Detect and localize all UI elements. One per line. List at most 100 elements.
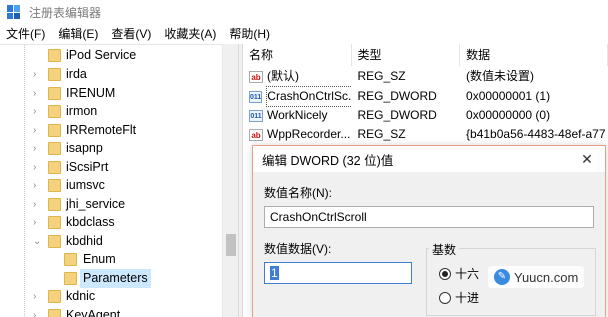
edit-dword-dialog: 编辑 DWORD (32 位)值 ✕ 数值名称(N): CrashOnCtrlS… xyxy=(252,145,606,317)
menu-bar: 文件(F) 编辑(E) 查看(V) 收藏夹(A) 帮助(H) xyxy=(0,24,608,44)
tree-item-label: irmon xyxy=(66,104,98,118)
tree-item-parameters[interactable]: Parameters xyxy=(0,269,222,288)
tree-item-label: IRRemoteFlt xyxy=(66,123,137,137)
tree-item-label: jhi_service xyxy=(66,197,126,211)
list-row-worknicely[interactable]: 011 WorkNicely REG_DWORD 0x00000000 (0) xyxy=(243,106,608,125)
list-row-crashonctrlscroll[interactable]: 011 CrashOnCtrlSc... REG_DWORD 0x0000000… xyxy=(243,86,608,107)
folder-icon xyxy=(48,124,61,137)
string-value-icon: ab xyxy=(249,128,263,141)
menu-help[interactable]: 帮助(H) xyxy=(223,24,277,44)
folder-icon xyxy=(48,309,61,317)
regedit-app-icon xyxy=(7,5,21,19)
value-name: CrashOnCtrlSc... xyxy=(266,86,352,107)
window-title: 注册表编辑器 xyxy=(29,5,102,20)
chevron-right-icon[interactable]: › xyxy=(33,176,43,195)
tree-item-irda[interactable]: › irda xyxy=(0,65,222,84)
chevron-right-icon[interactable]: › xyxy=(33,158,43,177)
tree-item-kbdclass[interactable]: › kbdclass xyxy=(0,213,222,232)
tree-item-isapnp[interactable]: › isapnp xyxy=(0,139,222,158)
chevron-right-icon[interactable]: › xyxy=(33,84,43,103)
tree-item-irenum[interactable]: › IRENUM xyxy=(0,84,222,103)
chevron-right-icon[interactable]: › xyxy=(33,306,43,317)
value-data-label: 数值数据(V): xyxy=(264,242,332,256)
value-data: 0x00000000 (0) xyxy=(466,108,551,122)
chevron-right-icon[interactable]: › xyxy=(33,65,43,84)
tree-item-jhi-service[interactable]: › jhi_service xyxy=(0,195,222,214)
list-row-default[interactable]: ab (默认) REG_SZ (数值未设置) xyxy=(243,67,608,86)
tree-item-iumsvc[interactable]: › iumsvc xyxy=(0,176,222,195)
tree-scrollbar[interactable] xyxy=(222,44,238,317)
registry-tree: iPod Service › irda › IRENUM › irmon › I… xyxy=(0,44,237,317)
value-name-field[interactable]: CrashOnCtrlScroll xyxy=(264,206,594,228)
tree-item-label: IRENUM xyxy=(66,86,116,100)
value-data: 0x00000001 (1) xyxy=(466,89,551,103)
dialog-title-bar: 编辑 DWORD (32 位)值 xyxy=(253,146,605,172)
radio-selected-icon[interactable] xyxy=(439,267,451,280)
close-icon[interactable]: ✕ xyxy=(577,149,597,169)
value-name: WorkNicely xyxy=(267,108,328,122)
chevron-down-icon[interactable]: ⌄ xyxy=(33,232,43,251)
folder-icon xyxy=(48,87,61,100)
column-header-name[interactable]: 名称 xyxy=(243,44,352,66)
folder-icon xyxy=(48,216,61,229)
folder-icon xyxy=(48,49,61,62)
base-label: 基数 xyxy=(429,241,460,258)
value-type: REG_DWORD xyxy=(357,108,437,122)
chevron-right-icon[interactable]: › xyxy=(33,121,43,140)
name-cell: 011 WorkNicely xyxy=(243,106,352,125)
tree-item-iscsiprt[interactable]: › iScsiPrt xyxy=(0,158,222,177)
chevron-right-icon[interactable]: › xyxy=(33,139,43,158)
name-cell: 011 CrashOnCtrlSc... xyxy=(243,86,352,107)
chevron-right-icon[interactable]: › xyxy=(33,102,43,121)
open-folder-icon xyxy=(64,272,77,285)
radio-dec-label: 十进 xyxy=(455,291,480,305)
value-data-field[interactable]: 1 xyxy=(264,262,412,284)
tree-item-kdnic[interactable]: › kdnic xyxy=(0,287,222,306)
tree-item-irmon[interactable]: › irmon xyxy=(0,102,222,121)
watermark: ✎ Yuucn.com xyxy=(488,266,585,288)
tree-item-label: KeyAgent xyxy=(66,308,121,317)
folder-icon xyxy=(48,161,61,174)
menu-view[interactable]: 查看(V) xyxy=(105,24,158,44)
name-cell: ab (默认) xyxy=(243,67,352,86)
tree-item-label: iPod Service xyxy=(66,48,137,62)
radio-hexadecimal[interactable]: 十六 xyxy=(439,265,479,282)
tree-item-keyagent[interactable]: › KeyAgent xyxy=(0,306,222,317)
folder-icon xyxy=(48,179,61,192)
expand-icon[interactable] xyxy=(33,46,43,65)
chevron-right-icon[interactable]: › xyxy=(33,213,43,232)
menu-file[interactable]: 文件(F) xyxy=(0,24,52,44)
value-name-label: 数值名称(N): xyxy=(264,186,332,200)
tree-item-irremoteflt[interactable]: › IRRemoteFlt xyxy=(0,121,222,140)
value-name: (默认) xyxy=(267,69,299,83)
folder-icon xyxy=(48,198,61,211)
scrollbar-thumb[interactable] xyxy=(226,234,236,256)
selected-text: 1 xyxy=(270,266,279,280)
tree-item-label: iScsiPrt xyxy=(66,160,109,174)
chevron-right-icon[interactable]: › xyxy=(33,195,43,214)
watermark-text: Yuucn.com xyxy=(514,269,579,285)
menu-favorites[interactable]: 收藏夹(A) xyxy=(158,24,223,44)
value-data: {b41b0a56-4483-48ef-a77 xyxy=(466,127,606,141)
tree-item-ipod-service[interactable]: iPod Service xyxy=(0,46,222,65)
list-row-wpprecorder[interactable]: ab WppRecorder... REG_SZ {b41b0a56-4483-… xyxy=(243,125,608,144)
dialog-title: 编辑 DWORD (32 位)值 xyxy=(262,153,394,168)
radio-decimal[interactable]: 十进 xyxy=(439,289,479,306)
tree-item-enum[interactable]: Enum xyxy=(0,250,222,269)
value-type: REG_DWORD xyxy=(357,89,437,103)
tree-item-kbdhid[interactable]: ⌄ kbdhid xyxy=(0,232,222,251)
folder-icon xyxy=(48,142,61,155)
radio-unselected-icon[interactable] xyxy=(439,291,451,304)
tree-item-label: Parameters xyxy=(80,269,151,288)
menu-edit[interactable]: 编辑(E) xyxy=(52,24,105,44)
value-type: REG_SZ xyxy=(357,69,406,83)
tree-item-label: iumsvc xyxy=(66,178,105,192)
value-name: WppRecorder... xyxy=(267,127,351,141)
folder-icon xyxy=(64,253,77,266)
chevron-right-icon[interactable]: › xyxy=(33,287,43,306)
folder-icon xyxy=(48,235,61,248)
radio-hex-label: 十六 xyxy=(455,267,480,281)
binary-value-icon: 011 xyxy=(249,109,263,122)
column-header-data[interactable]: 数据 xyxy=(460,44,608,66)
column-header-type[interactable]: 类型 xyxy=(352,44,461,66)
